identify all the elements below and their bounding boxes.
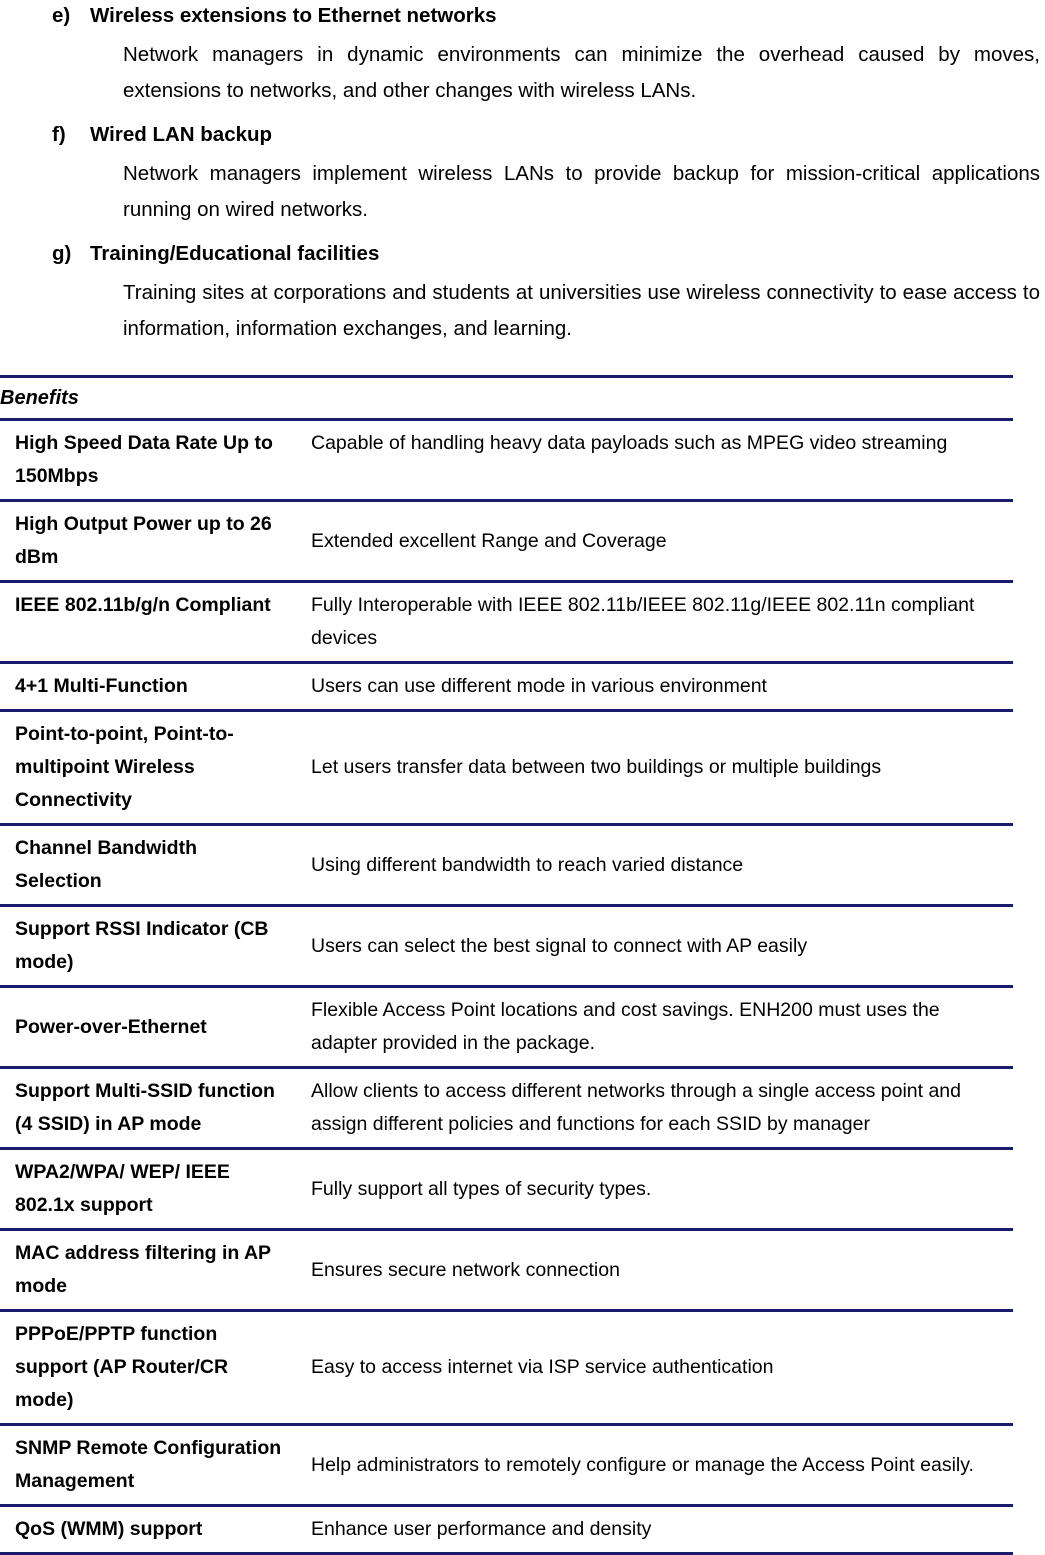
outline-body-g: Training sites at corporations and stude… — [123, 281, 1040, 340]
table-row: Point-to-point, Point-to-multipoint Wire… — [0, 710, 1013, 826]
table-row: SNMP Remote Configuration Management Help… — [0, 1424, 1013, 1507]
outline-marker-g: g) — [52, 242, 72, 265]
benefit-description-cell: Using different bandwidth to reach varie… — [296, 824, 1013, 907]
benefits-table: Benefits High Speed Data Rate Up to 150M… — [0, 375, 1013, 1555]
table-row: Power-over-Ethernet Flexible Access Point… — [0, 986, 1013, 1069]
benefit-feature-cell: SNMP Remote Configuration Management — [0, 1424, 296, 1507]
benefit-feature-cell: Channel Bandwidth Selection — [0, 824, 296, 907]
benefit-feature-cell: QoS (WMM) support — [0, 1505, 296, 1555]
table-row: MAC address filtering in AP mode Ensures … — [0, 1229, 1013, 1312]
outline-heading-text-f: Wired LAN backup — [90, 123, 273, 146]
outline-heading-f: f) Wired LAN backup — [0, 119, 1045, 149]
benefits-table-body: Benefits High Speed Data Rate Up to 150M… — [0, 375, 1013, 1555]
benefit-feature-cell: Support RSSI Indicator (CB mode) — [0, 905, 296, 988]
benefit-feature-cell: 4+1 Multi-Function — [0, 662, 296, 712]
table-row: IEEE 802.11b/g/n Compliant Fully Interope… — [0, 581, 1013, 664]
outline-heading-text-e: Wireless extensions to Ethernet networks — [90, 4, 497, 27]
benefit-description-cell: Fully Interoperable with IEEE 802.11b/IE… — [296, 581, 1013, 664]
table-row: Channel Bandwidth Selection Using differe… — [0, 824, 1013, 907]
table-row: QoS (WMM) support Enhance user performanc… — [0, 1505, 1013, 1555]
benefit-description-cell: Easy to access internet via ISP service … — [296, 1310, 1013, 1426]
table-row: 4+1 Multi-Function Users can use differen… — [0, 662, 1013, 712]
benefit-description-cell: Capable of handling heavy data payloads … — [296, 419, 1013, 502]
benefit-feature-cell: Point-to-point, Point-to-multipoint Wire… — [0, 710, 296, 826]
benefit-description-cell: Help administrators to remotely configur… — [296, 1424, 1013, 1507]
benefit-description-cell: Users can use different mode in various … — [296, 662, 1013, 712]
outline-item-f: f) Wired LAN backup Network managers imp… — [0, 119, 1045, 238]
benefit-description-cell: Extended excellent Range and Coverage — [296, 500, 1013, 583]
benefits-table-header-row: Benefits — [0, 375, 1013, 421]
benefit-feature-cell: PPPoE/PPTP function support (AP Router/C… — [0, 1310, 296, 1426]
benefits-table-title: Benefits — [0, 375, 1013, 421]
benefit-description-cell: Ensures secure network connection — [296, 1229, 1013, 1312]
outline-marker-f: f) — [52, 123, 66, 146]
outline-item-e: e) Wireless extensions to Ethernet netwo… — [0, 0, 1045, 119]
outline-heading-e: e) Wireless extensions to Ethernet netwo… — [0, 0, 1045, 30]
benefit-description-cell: Enhance user performance and density — [296, 1505, 1013, 1555]
table-row: PPPoE/PPTP function support (AP Router/C… — [0, 1310, 1013, 1426]
outline-heading-text-g: Training/Educational facilities — [90, 242, 380, 265]
benefit-feature-cell: High Output Power up to 26 dBm — [0, 500, 296, 583]
benefit-feature-cell: High Speed Data Rate Up to 150Mbps — [0, 419, 296, 502]
benefit-description-cell: Let users transfer data between two buil… — [296, 710, 1013, 826]
benefit-feature-cell: Power-over-Ethernet — [0, 986, 296, 1069]
outline-body-f: Network managers implement wireless LANs… — [123, 162, 1040, 221]
outline-body-e: Network managers in dynamic environments… — [123, 43, 1040, 102]
benefit-feature-cell: WPA2/WPA/ WEP/ IEEE 802.1x support — [0, 1148, 296, 1231]
table-row: High Speed Data Rate Up to 150Mbps Capabl… — [0, 419, 1013, 502]
outline-heading-g: g) Training/Educational facilities — [0, 238, 1045, 268]
table-row: WPA2/WPA/ WEP/ IEEE 802.1x support Fully … — [0, 1148, 1013, 1231]
document-page: e) Wireless extensions to Ethernet netwo… — [0, 0, 1045, 1555]
table-row: High Output Power up to 26 dBm Extended e… — [0, 500, 1013, 583]
outline-marker-e: e) — [52, 4, 71, 27]
benefit-feature-cell: MAC address filtering in AP mode — [0, 1229, 296, 1312]
table-row: Support Multi-SSID function (4 SSID) in … — [0, 1067, 1013, 1150]
benefit-description-cell: Users can select the best signal to conn… — [296, 905, 1013, 988]
benefit-description-cell: Allow clients to access different networ… — [296, 1067, 1013, 1150]
benefits-table-container: Benefits High Speed Data Rate Up to 150M… — [0, 375, 1013, 1555]
benefit-description-cell: Fully support all types of security type… — [296, 1148, 1013, 1231]
outline-section: e) Wireless extensions to Ethernet netwo… — [0, 0, 1045, 353]
benefit-description-cell: Flexible Access Point locations and cost… — [296, 986, 1013, 1069]
table-row: Support RSSI Indicator (CB mode) Users ca… — [0, 905, 1013, 988]
benefit-feature-cell: Support Multi-SSID function (4 SSID) in … — [0, 1067, 296, 1150]
outline-item-g: g) Training/Educational facilities Train… — [0, 238, 1045, 353]
benefit-feature-cell: IEEE 802.11b/g/n Compliant — [0, 581, 296, 664]
